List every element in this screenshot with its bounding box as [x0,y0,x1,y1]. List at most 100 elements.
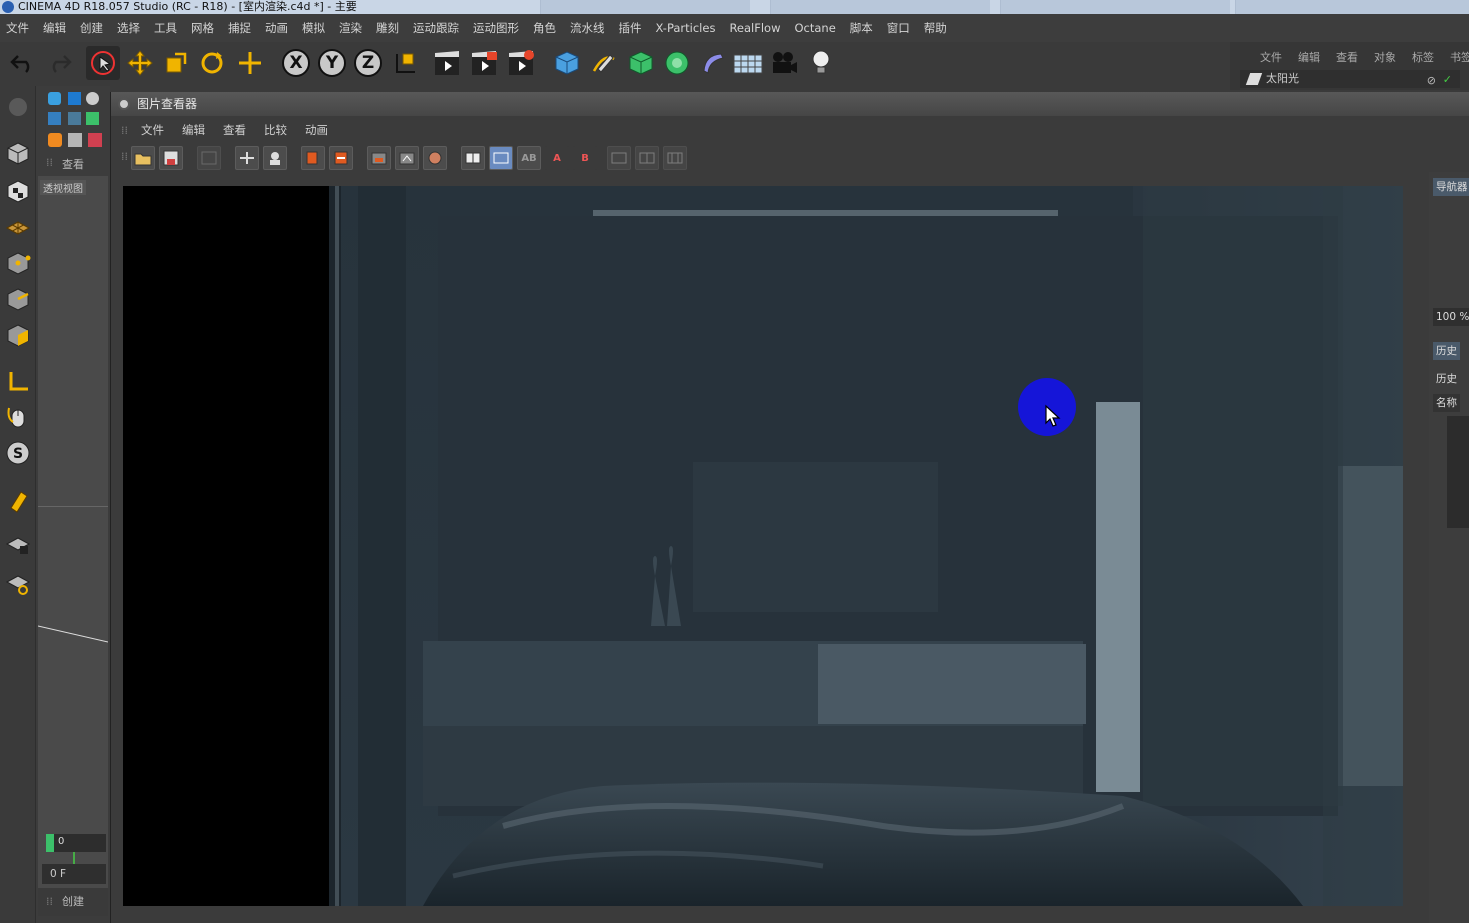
difference-icon[interactable] [607,146,631,170]
menu-x-particles[interactable]: X-Particles [656,21,716,35]
om-tab-tags[interactable]: 标签 [1412,49,1434,65]
viewer-menu-animation[interactable]: 动画 [305,122,328,138]
save-icon[interactable] [159,146,183,170]
camera-icon[interactable] [767,46,801,80]
x-axis-lock-button[interactable]: X [279,46,313,80]
om-tab-objects[interactable]: 对象 [1374,49,1396,65]
pen-spline-icon[interactable] [587,46,621,80]
menu-motion-tracking[interactable]: 运动跟踪 [413,20,459,36]
stereo-icon[interactable] [88,133,102,147]
viewer-menu-compare[interactable]: 比较 [264,122,287,138]
menu-render[interactable]: 渲染 [339,20,362,36]
polygons-mode-icon[interactable] [3,320,33,350]
viewer-menu-file[interactable]: 文件 [141,122,164,138]
viewer-menu-view[interactable]: 查看 [223,122,246,138]
live-selection-icon[interactable] [233,46,267,80]
om-tab-bookmarks[interactable]: 书签 [1450,49,1469,65]
light-icon[interactable] [804,46,838,80]
history-tab[interactable]: 历史 [1433,342,1460,360]
menu-mograph[interactable]: 运动图形 [473,20,519,36]
model-mode-icon[interactable] [3,138,33,168]
enabled-check-icon[interactable]: ✓ [1443,71,1452,89]
menu-edit[interactable]: 编辑 [43,20,66,36]
menu-mesh[interactable]: 网格 [191,20,214,36]
points-mode-icon[interactable] [3,248,33,278]
y-axis-lock-button[interactable]: Y [315,46,349,80]
visibility-icon[interactable]: ⊘ [1427,72,1436,90]
om-tab-file[interactable]: 文件 [1260,49,1282,65]
set-a-button[interactable]: A [545,146,569,170]
render-settings-icon[interactable] [504,46,538,80]
navigator-tab[interactable]: 导航器 [1433,178,1469,196]
cube-primitive-icon[interactable] [550,46,584,80]
layer-icon[interactable] [423,146,447,170]
render-to-picture-viewer-icon[interactable] [467,46,501,80]
redo-icon[interactable] [42,46,76,80]
render-view-icon[interactable] [430,46,464,80]
menu-select[interactable]: 选择 [117,20,140,36]
filter-icon[interactable] [395,146,419,170]
histogram-icon[interactable] [367,146,391,170]
rotate-tool-icon[interactable] [195,46,229,80]
magnet-icon[interactable] [3,486,33,516]
floor-environment-icon[interactable] [731,46,765,80]
swap-icon[interactable] [635,146,659,170]
make-editable-icon[interactable] [3,92,33,122]
axis-mode-icon[interactable] [3,366,33,396]
menu-animate[interactable]: 动画 [265,20,288,36]
compare-ab-icon[interactable] [461,146,485,170]
viewport-display-icon[interactable] [68,92,81,105]
material-create-tab[interactable]: 创建 [62,892,84,912]
open-icon[interactable] [131,146,155,170]
perspective-viewport[interactable]: 透视视图 [38,176,108,916]
viewport-layout-icon[interactable] [48,92,61,105]
zoom-icon[interactable] [263,146,287,170]
viewport-settings-icon[interactable] [86,92,99,105]
menu-pipeline[interactable]: 流水线 [570,20,605,36]
menu-character[interactable]: 角色 [533,20,556,36]
menu-file[interactable]: 文件 [6,20,29,36]
render-region-icon[interactable] [301,146,325,170]
swap-ab-button[interactable]: AB [517,146,541,170]
fit-to-screen-icon[interactable] [235,146,259,170]
workplane-rotate-icon[interactable] [3,568,33,598]
workplane-lock-icon[interactable] [3,530,33,560]
viewer-menu-edit[interactable]: 编辑 [182,122,205,138]
z-axis-lock-button[interactable]: Z [351,46,385,80]
menu-snap[interactable]: 捕捉 [228,20,251,36]
tweak-mode-icon[interactable] [3,402,33,432]
subdivision-surface-icon[interactable] [624,46,658,80]
menu-octane[interactable]: Octane [794,21,835,35]
menu-simulate[interactable]: 模拟 [302,20,325,36]
move-tool-icon[interactable] [123,46,157,80]
compare-split-icon[interactable] [489,146,513,170]
object-row-sunlight[interactable]: 太阳光 ⊘ ✓ [1240,70,1460,88]
om-tab-edit[interactable]: 编辑 [1298,49,1320,65]
display-mode-icon[interactable] [68,112,81,125]
current-frame-field[interactable]: 0 F [42,864,106,884]
edges-mode-icon[interactable] [3,284,33,314]
grid-icon[interactable] [68,133,82,147]
solo-icon[interactable] [48,133,62,147]
workplane-mode-icon[interactable] [3,212,33,242]
frame-slider-handle[interactable] [46,834,54,852]
menu-help[interactable]: 帮助 [924,20,947,36]
select-tool-icon[interactable] [86,46,120,80]
picture-viewer-titlebar[interactable]: 图片查看器 [111,92,1469,116]
undo-icon[interactable] [6,46,40,80]
scale-tool-icon[interactable] [159,46,193,80]
set-b-button[interactable]: B [573,146,597,170]
frame-slider[interactable]: 0 [46,834,106,852]
animation-compare-icon[interactable] [663,146,687,170]
deformer-icon[interactable] [696,46,730,80]
viewport-view-tab[interactable]: 查看 [62,156,84,172]
menu-realflow[interactable]: RealFlow [729,21,780,35]
menu-plugins[interactable]: 插件 [619,20,642,36]
menu-sculpt[interactable]: 雕刻 [376,20,399,36]
history-list[interactable] [1447,416,1469,528]
menu-script[interactable]: 脚本 [850,20,873,36]
menu-create[interactable]: 创建 [80,20,103,36]
snapping-icon[interactable]: S [3,438,33,468]
menu-tools[interactable]: 工具 [154,20,177,36]
cloner-icon[interactable] [660,46,694,80]
